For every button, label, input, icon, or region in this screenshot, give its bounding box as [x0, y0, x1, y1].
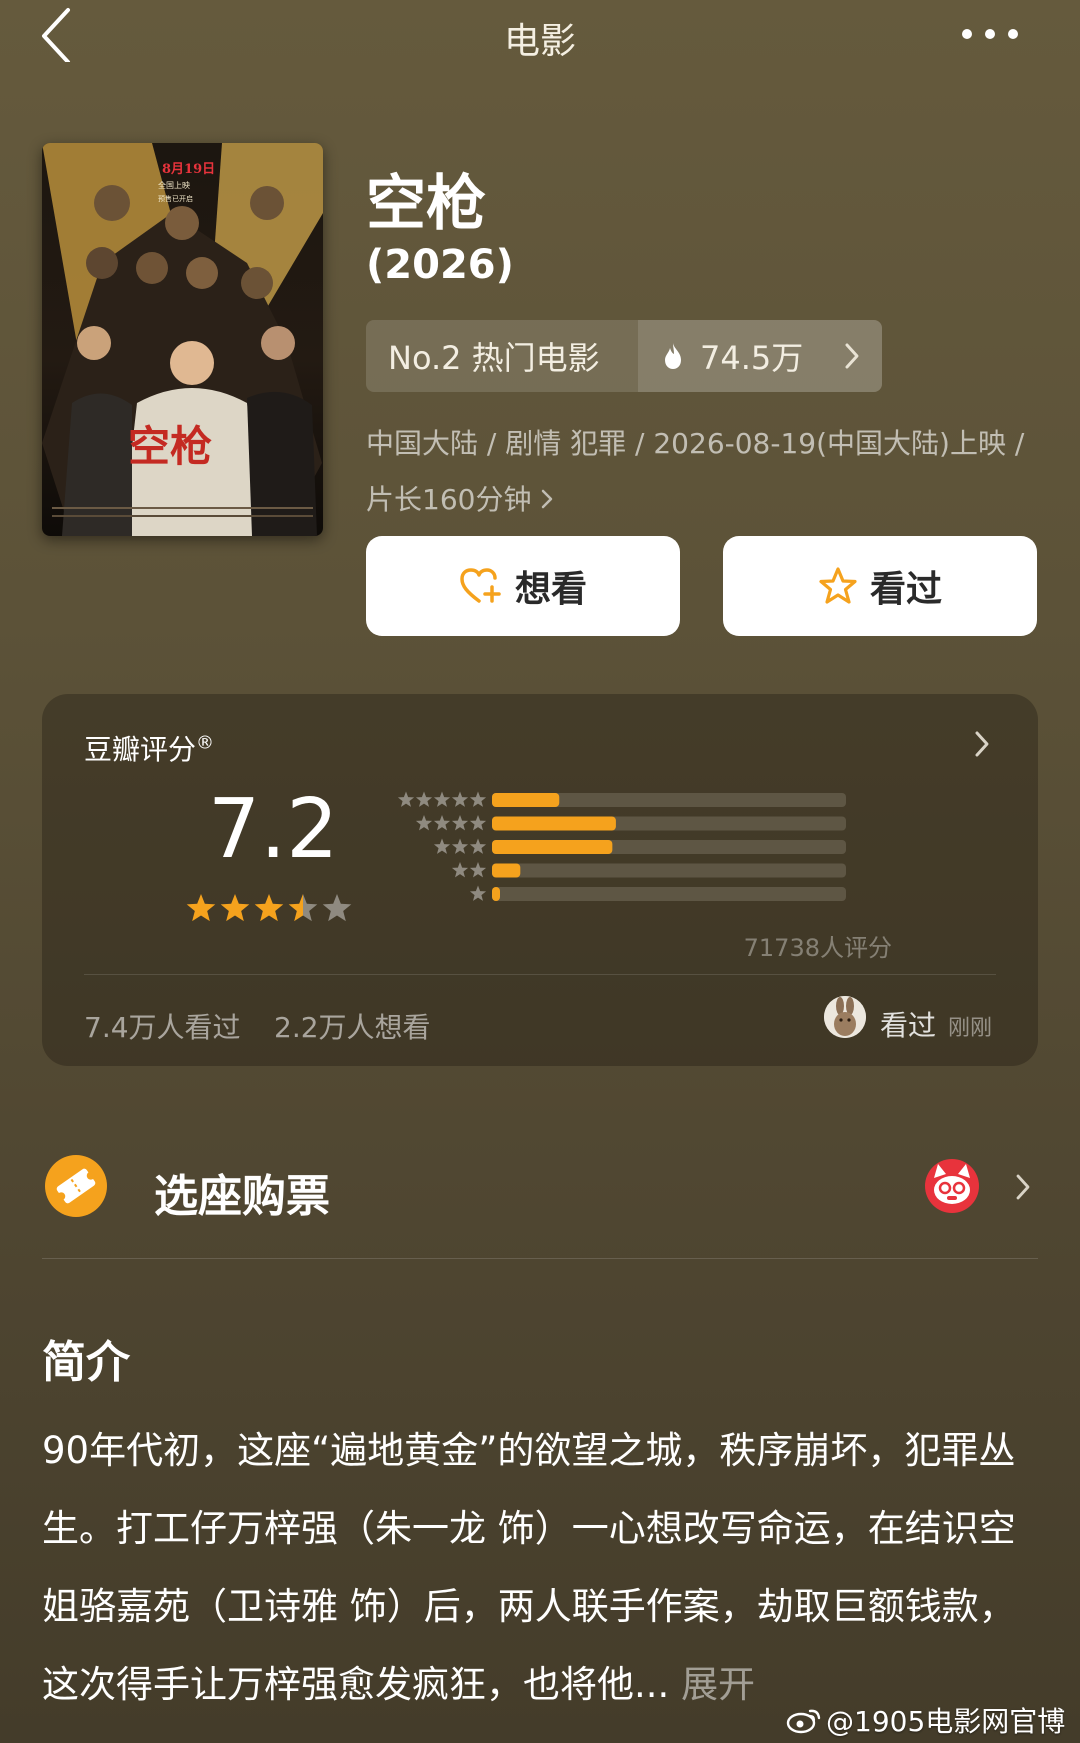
heart-plus-icon — [460, 568, 501, 603]
chevron-right-icon — [975, 731, 989, 757]
registered-mark: ® — [196, 732, 215, 754]
friend-time: 刚刚 — [948, 1016, 993, 1041]
rating-source-label: 豆瓣评分 — [84, 733, 197, 766]
distribution-track — [492, 863, 846, 878]
rank-text: No.2 热门电影 — [388, 339, 600, 377]
chevron-right-icon — [542, 489, 553, 509]
rating-card[interactable]: 豆瓣评分® 7.2 71738人评分 7.4万人看过 2.2万人想看 看过 刚刚 — [42, 694, 1038, 1066]
want-to-watch-button[interactable]: 想看 — [366, 536, 680, 636]
seen-count[interactable]: 7.4万人看过 — [84, 1006, 241, 1046]
want-label: 想看 — [514, 569, 587, 610]
rating-score: 7.2 — [208, 782, 339, 877]
chevron-right-icon — [1016, 1174, 1030, 1200]
distribution-star — [469, 815, 487, 831]
summary-text[interactable]: 90年代初，这座“遍地黄金”的欲望之城，秩序崩坏，犯罪丛生。打工仔万梓强（朱一龙… — [42, 1412, 1048, 1724]
section-divider — [42, 1258, 1038, 1259]
weibo-watermark: @1905电影网官博 — [786, 1700, 1065, 1740]
distribution-star — [469, 838, 487, 854]
svg-text:全国上映: 全国上映 — [158, 180, 190, 190]
distribution-bar-1-star — [492, 887, 500, 901]
watermark-text: @1905电影网官博 — [826, 1705, 1066, 1738]
watched-button[interactable]: 看过 — [723, 536, 1037, 636]
heat-value: 74.5万 — [700, 339, 804, 377]
distribution-bar-3-star — [492, 840, 613, 854]
chevron-right-icon — [845, 343, 859, 369]
distribution-star — [469, 791, 487, 807]
weibo-logo-icon — [786, 1709, 821, 1734]
distribution-star — [415, 791, 433, 807]
distribution-star — [451, 815, 469, 831]
flame-icon — [665, 343, 681, 369]
distribution-star — [433, 838, 451, 854]
seen-label: 看过 — [869, 569, 942, 610]
rating-star — [288, 894, 318, 922]
rating-source: 豆瓣评分® — [84, 728, 214, 768]
distribution-bar-4-star — [492, 816, 616, 831]
rating-count: 71738人评分 — [743, 934, 892, 962]
ticket-icon — [45, 1155, 107, 1217]
distribution-track — [492, 887, 846, 901]
rating-star — [186, 894, 216, 922]
distribution-star — [415, 815, 433, 831]
poster-image: 8月19日 全国上映 预售已开启 空枪 — [42, 143, 323, 536]
distribution-star — [433, 791, 451, 807]
page-title: 电影 — [503, 21, 576, 62]
summary-body: 90年代初，这座“遍地黄金”的欲望之城，秩序崩坏，犯罪丛生。打工仔万梓强（朱一龙… — [42, 1429, 1016, 1706]
svg-text:预售已开启: 预售已开启 — [158, 194, 193, 203]
svg-text:8月19日: 8月19日 — [162, 162, 215, 177]
movie-meta[interactable]: 中国大陆 / 剧情 犯罪 / 2026-08-19(中国大陆)上映 / 片长16… — [366, 416, 1046, 528]
distribution-bar-5-star — [492, 793, 560, 807]
distribution-star — [451, 862, 469, 878]
expand-link[interactable]: 展开 — [681, 1663, 755, 1706]
rating-stars — [186, 894, 352, 922]
distribution-bar-2-star — [492, 863, 521, 878]
rating-star — [220, 894, 250, 922]
movie-year: (2026) — [366, 242, 514, 288]
rating-star — [322, 894, 352, 922]
svg-text:空枪: 空枪 — [128, 422, 212, 471]
distribution-star — [451, 838, 469, 854]
rabbit-avatar-icon — [824, 996, 866, 1038]
distribution-star — [433, 815, 451, 831]
rank-badge[interactable]: No.2 热门电影 74.5万 — [366, 320, 882, 392]
distribution-star — [451, 791, 469, 807]
distribution-star — [469, 885, 487, 901]
rating-star — [254, 894, 284, 922]
summary-heading: 简介 — [42, 1337, 130, 1388]
distribution-star — [397, 791, 415, 807]
maoyan-cat-logo-icon — [925, 1159, 979, 1213]
friend-avatar[interactable] — [824, 996, 866, 1038]
want-count[interactable]: 2.2万人想看 — [274, 1006, 431, 1046]
buy-ticket-row[interactable]: 选座购票 — [42, 1146, 1038, 1228]
distribution-star — [469, 862, 487, 878]
friend-status: 看过 — [880, 1009, 937, 1042]
rating-divider — [84, 974, 996, 975]
ticket-label: 选座购票 — [154, 1171, 330, 1222]
meta-text: 中国大陆 / 剧情 犯罪 / 2026-08-19(中国大陆)上映 / 片长16… — [366, 427, 1025, 516]
movie-title: 空枪 — [366, 169, 486, 239]
movie-poster[interactable]: 8月19日 全国上映 预售已开启 空枪 — [42, 143, 323, 536]
star-outline-icon — [819, 567, 857, 604]
more-button[interactable] — [960, 22, 1020, 46]
top-bar: 电影 — [0, 0, 1080, 80]
rating-distribution — [397, 791, 846, 901]
more-dots-icon — [962, 29, 1018, 39]
